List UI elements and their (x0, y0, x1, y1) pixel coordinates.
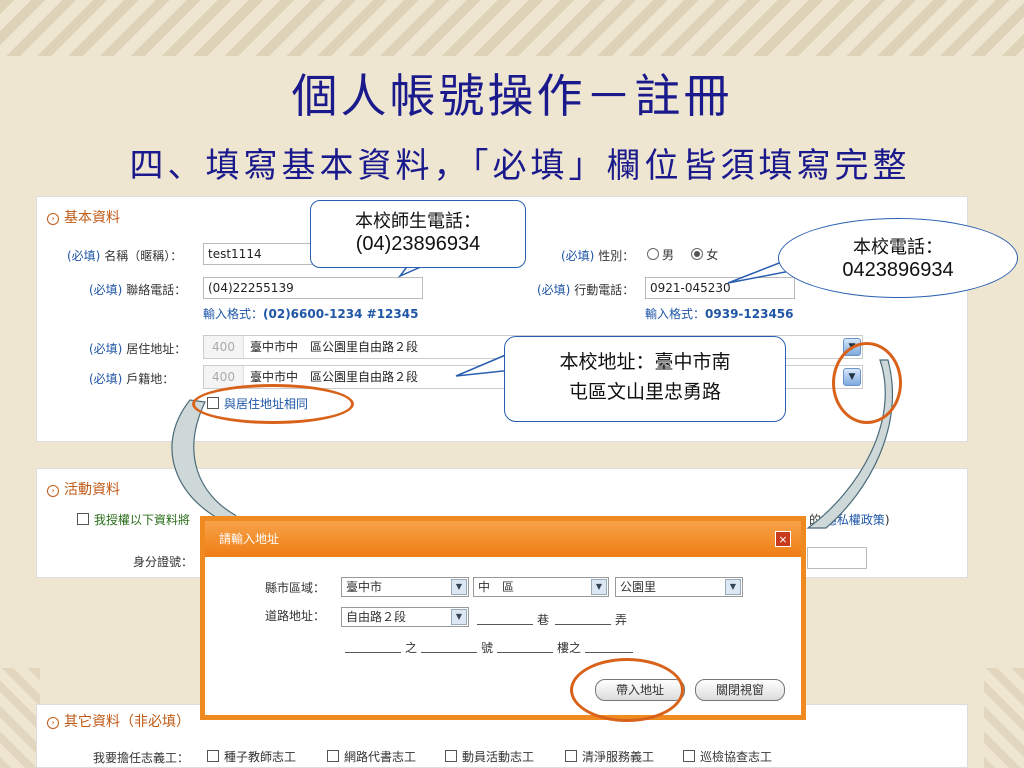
address-picker-highlight-ring (832, 342, 902, 424)
dialog-title: 請輸入地址 (205, 521, 801, 557)
chevron-down-icon: ▼ (451, 609, 467, 625)
floor-label: 樓之 (557, 641, 582, 655)
school-phone-callout: 本校師生電話： (04)23896934 (310, 200, 526, 268)
number-sub-input[interactable] (345, 639, 401, 653)
chevron-down-icon: ▼ (591, 579, 607, 595)
floor-input[interactable] (497, 639, 553, 653)
number-input[interactable] (421, 639, 477, 653)
lane-input[interactable] (477, 611, 533, 625)
alley-label: 弄 (615, 613, 628, 627)
close-window-button[interactable]: 關閉視窗 (695, 679, 785, 701)
address-dialog: 請輸入地址 × 縣市區域： 臺中市 ▼ 中 區 ▼ 公園里 ▼ 道路地址： 自由路２段… (200, 516, 806, 720)
of-label: 之 (405, 641, 418, 655)
same-address-highlight-ring (192, 384, 354, 424)
lane-label: 巷 (537, 613, 550, 627)
road-label: 道路地址： (265, 609, 326, 623)
dialog-close-icon[interactable]: × (775, 531, 791, 547)
main-phone-callout: 本校電話： 0423896934 (778, 218, 1018, 298)
floor-sub-input[interactable] (585, 639, 633, 653)
district-select[interactable]: 中 區 ▼ (473, 577, 609, 597)
alley-input[interactable] (555, 611, 611, 625)
address-callout: 本校地址：臺中市南 屯區文山里忠勇路 (504, 336, 786, 422)
number-label: 號 (481, 641, 494, 655)
village-select[interactable]: 公園里 ▼ (615, 577, 743, 597)
city-select[interactable]: 臺中市 ▼ (341, 577, 469, 597)
road-select[interactable]: 自由路２段 ▼ (341, 607, 469, 627)
chevron-down-icon: ▼ (725, 579, 741, 595)
chevron-down-icon: ▼ (451, 579, 467, 595)
apply-button-highlight-ring (570, 658, 684, 722)
region-label: 縣市區域： (265, 581, 326, 595)
